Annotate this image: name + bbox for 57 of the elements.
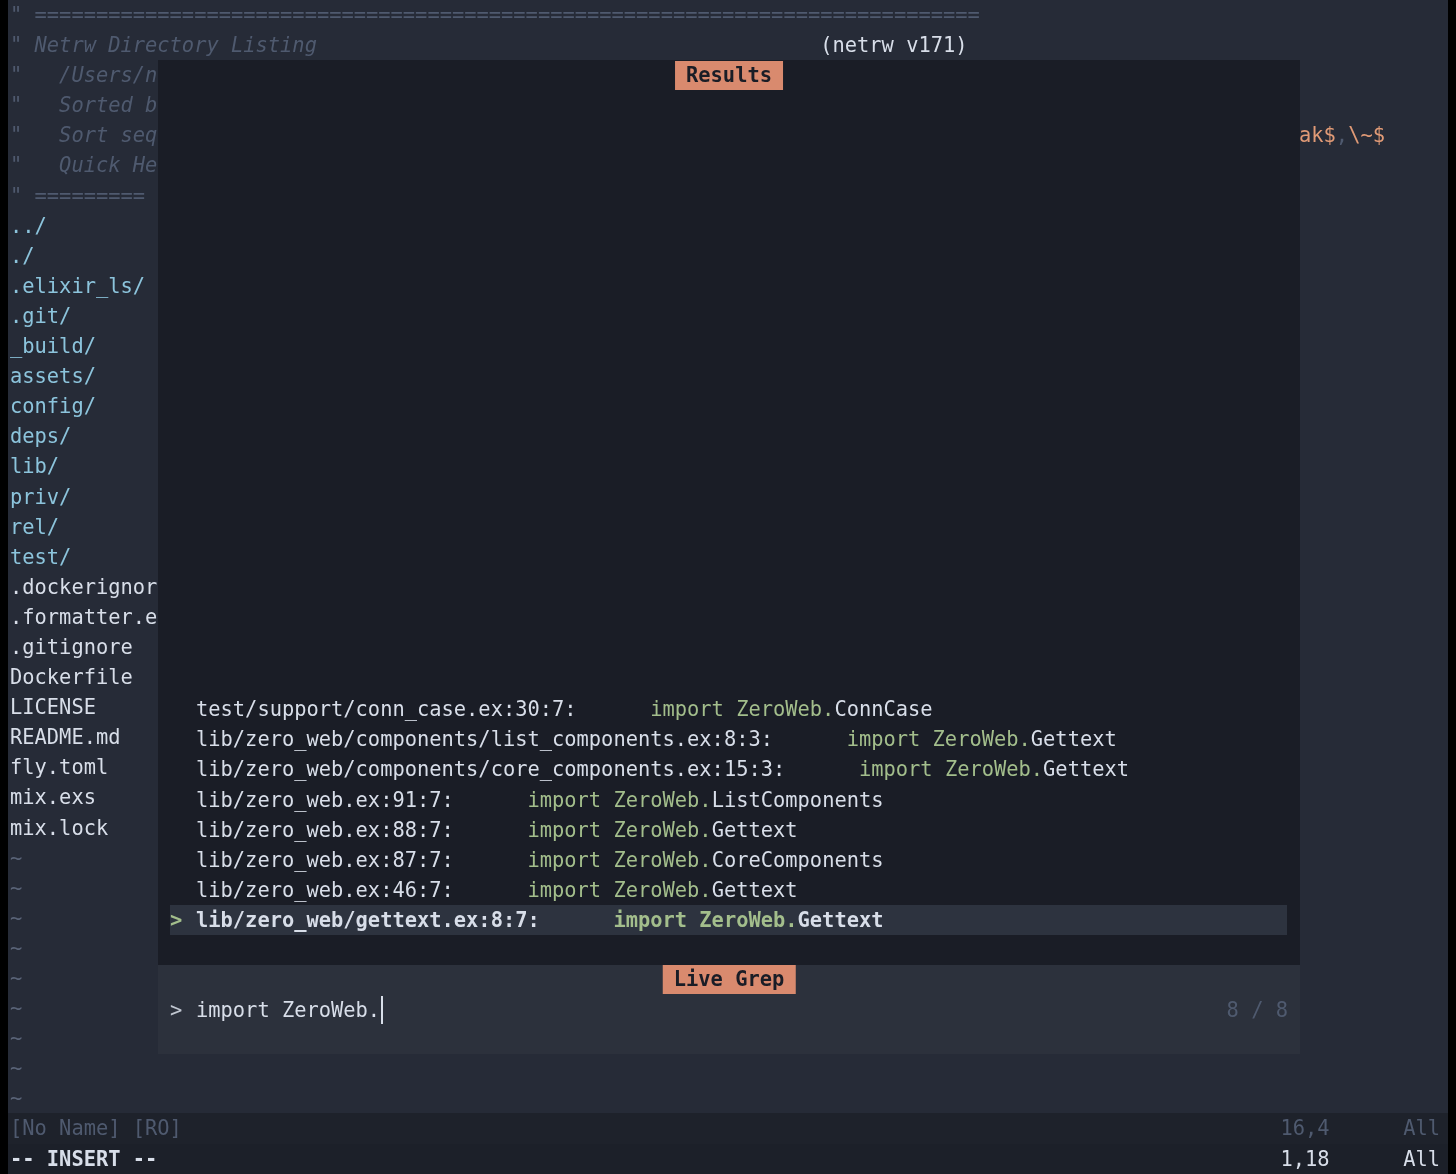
directory-entry[interactable]: deps/: [10, 424, 72, 449]
scroll-position: All: [1403, 1145, 1441, 1173]
empty-line-marker: ~: [10, 1056, 23, 1081]
empty-line-marker: ~: [10, 1026, 23, 1051]
sort-suffixes: ak$,\~$: [1299, 122, 1385, 150]
file-entry[interactable]: Dockerfile: [10, 665, 133, 690]
scroll-position: All: [1403, 1115, 1441, 1143]
directory-entry[interactable]: .git/: [10, 303, 72, 328]
search-field[interactable]: import ZeroWeb.: [196, 995, 384, 1024]
result-row[interactable]: > lib/zero_web/gettext.ex:8:7: import ZeroWeb.Gettext: [170, 904, 1287, 935]
directory-entry[interactable]: lib/: [10, 454, 60, 479]
netrw-version: (netrw v171): [820, 32, 968, 60]
file-entry[interactable]: mix.lock: [10, 815, 109, 840]
file-entry[interactable]: .formatter.e: [10, 604, 158, 629]
comment-rule: " =========: [10, 183, 146, 208]
directory-entry[interactable]: priv/: [10, 484, 72, 509]
result-row[interactable]: test/support/conn_case.ex:30:7: import ZeroWeb.ConnCase: [170, 694, 1287, 725]
mode-indicator: -- INSERT --: [10, 1145, 158, 1173]
directory-entry[interactable]: test/: [10, 544, 72, 569]
directory-entry[interactable]: config/: [10, 394, 96, 419]
file-entry[interactable]: .gitignore: [10, 634, 133, 659]
file-entry[interactable]: mix.exs: [10, 785, 96, 810]
empty-line-marker: ~: [10, 845, 23, 870]
directory-entry[interactable]: assets/: [10, 364, 96, 389]
empty-line-marker: ~: [10, 875, 23, 900]
buffer-name: [No Name] [RO]: [10, 1115, 182, 1143]
empty-line-marker: ~: [10, 966, 23, 990]
directory-entry[interactable]: _build/: [10, 334, 96, 359]
file-entry[interactable]: fly.toml: [10, 755, 109, 780]
empty-line-marker: ~: [10, 1086, 23, 1111]
directory-entry[interactable]: rel/: [10, 514, 60, 539]
cursor-position: 16,4: [1280, 1115, 1331, 1143]
directory-entry[interactable]: .elixir_ls/: [10, 273, 146, 298]
comment-line: " Sorted b: [10, 92, 158, 120]
comment-line: " /Users/n: [10, 62, 158, 90]
comment-rule: " =============================================================================: [10, 3, 980, 27]
cursor-position: 1,18: [1280, 1145, 1331, 1173]
empty-line-marker: ~: [10, 996, 23, 1021]
file-entry[interactable]: .dockerignor: [10, 574, 158, 599]
results-title: Results: [675, 61, 783, 90]
result-row[interactable]: lib/zero_web.ex:46:7: import ZeroWeb.Gettext: [170, 874, 1287, 905]
result-row[interactable]: lib/zero_web.ex:87:7: import ZeroWeb.CoreComponents: [170, 844, 1287, 875]
result-row[interactable]: lib/zero_web.ex:88:7: import ZeroWeb.Gettext: [170, 814, 1287, 845]
netrw-title: " Netrw Directory Listing: [10, 32, 317, 60]
result-row[interactable]: lib/zero_web/components/core_components.ex:15:3: import ZeroWeb.Gettext: [170, 754, 1287, 785]
comment-line: " Quick He: [10, 152, 158, 180]
empty-line-marker: ~: [10, 935, 23, 960]
empty-line-marker: ~: [10, 905, 23, 930]
prompt-title: Live Grep: [662, 965, 796, 994]
file-entry[interactable]: README.md: [10, 725, 121, 750]
directory-entry[interactable]: ../: [10, 213, 47, 238]
result-row[interactable]: lib/zero_web/components/list_components.ex:8:3: import ZeroWeb.Gettext: [170, 724, 1287, 755]
prompt-symbol: >: [170, 997, 184, 1022]
directory-entry[interactable]: ./: [10, 243, 35, 268]
file-entry[interactable]: LICENSE: [10, 695, 96, 720]
result-row[interactable]: lib/zero_web.ex:91:7: import ZeroWeb.ListComponents: [170, 784, 1287, 815]
comment-line: " Sort seq: [10, 122, 158, 150]
